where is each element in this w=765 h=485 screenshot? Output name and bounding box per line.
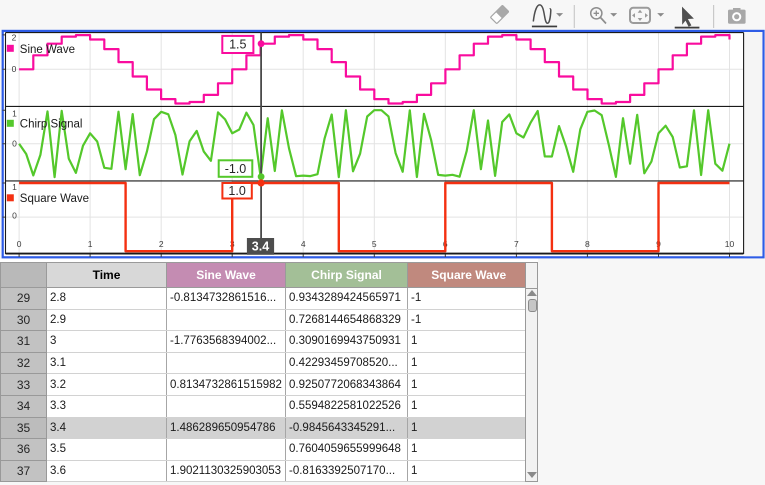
svg-text:0: 0 [12,211,17,221]
svg-text:0: 0 [12,138,17,148]
svg-text:5: 5 [372,239,377,249]
svg-text:7: 7 [514,239,519,249]
svg-text:2: 2 [12,33,17,43]
svg-text:1.0: 1.0 [228,184,245,198]
svg-text:1.5: 1.5 [229,38,246,52]
svg-text:Square Wave: Square Wave [20,193,89,205]
svg-text:1: 1 [88,239,93,249]
svg-text:Chirp Signal: Chirp Signal [20,119,83,131]
svg-text:8: 8 [585,239,590,249]
svg-text:1: 1 [12,182,17,192]
svg-text:2: 2 [159,239,164,249]
svg-text:4: 4 [301,239,306,249]
svg-text:0: 0 [12,64,17,74]
svg-text:0: 0 [17,239,22,249]
svg-text:10: 10 [725,239,735,249]
svg-text:1: 1 [12,109,17,119]
svg-text:-1.0: -1.0 [225,162,247,176]
svg-text:Sine Wave: Sine Wave [20,44,75,56]
svg-text:3.4: 3.4 [252,240,269,254]
